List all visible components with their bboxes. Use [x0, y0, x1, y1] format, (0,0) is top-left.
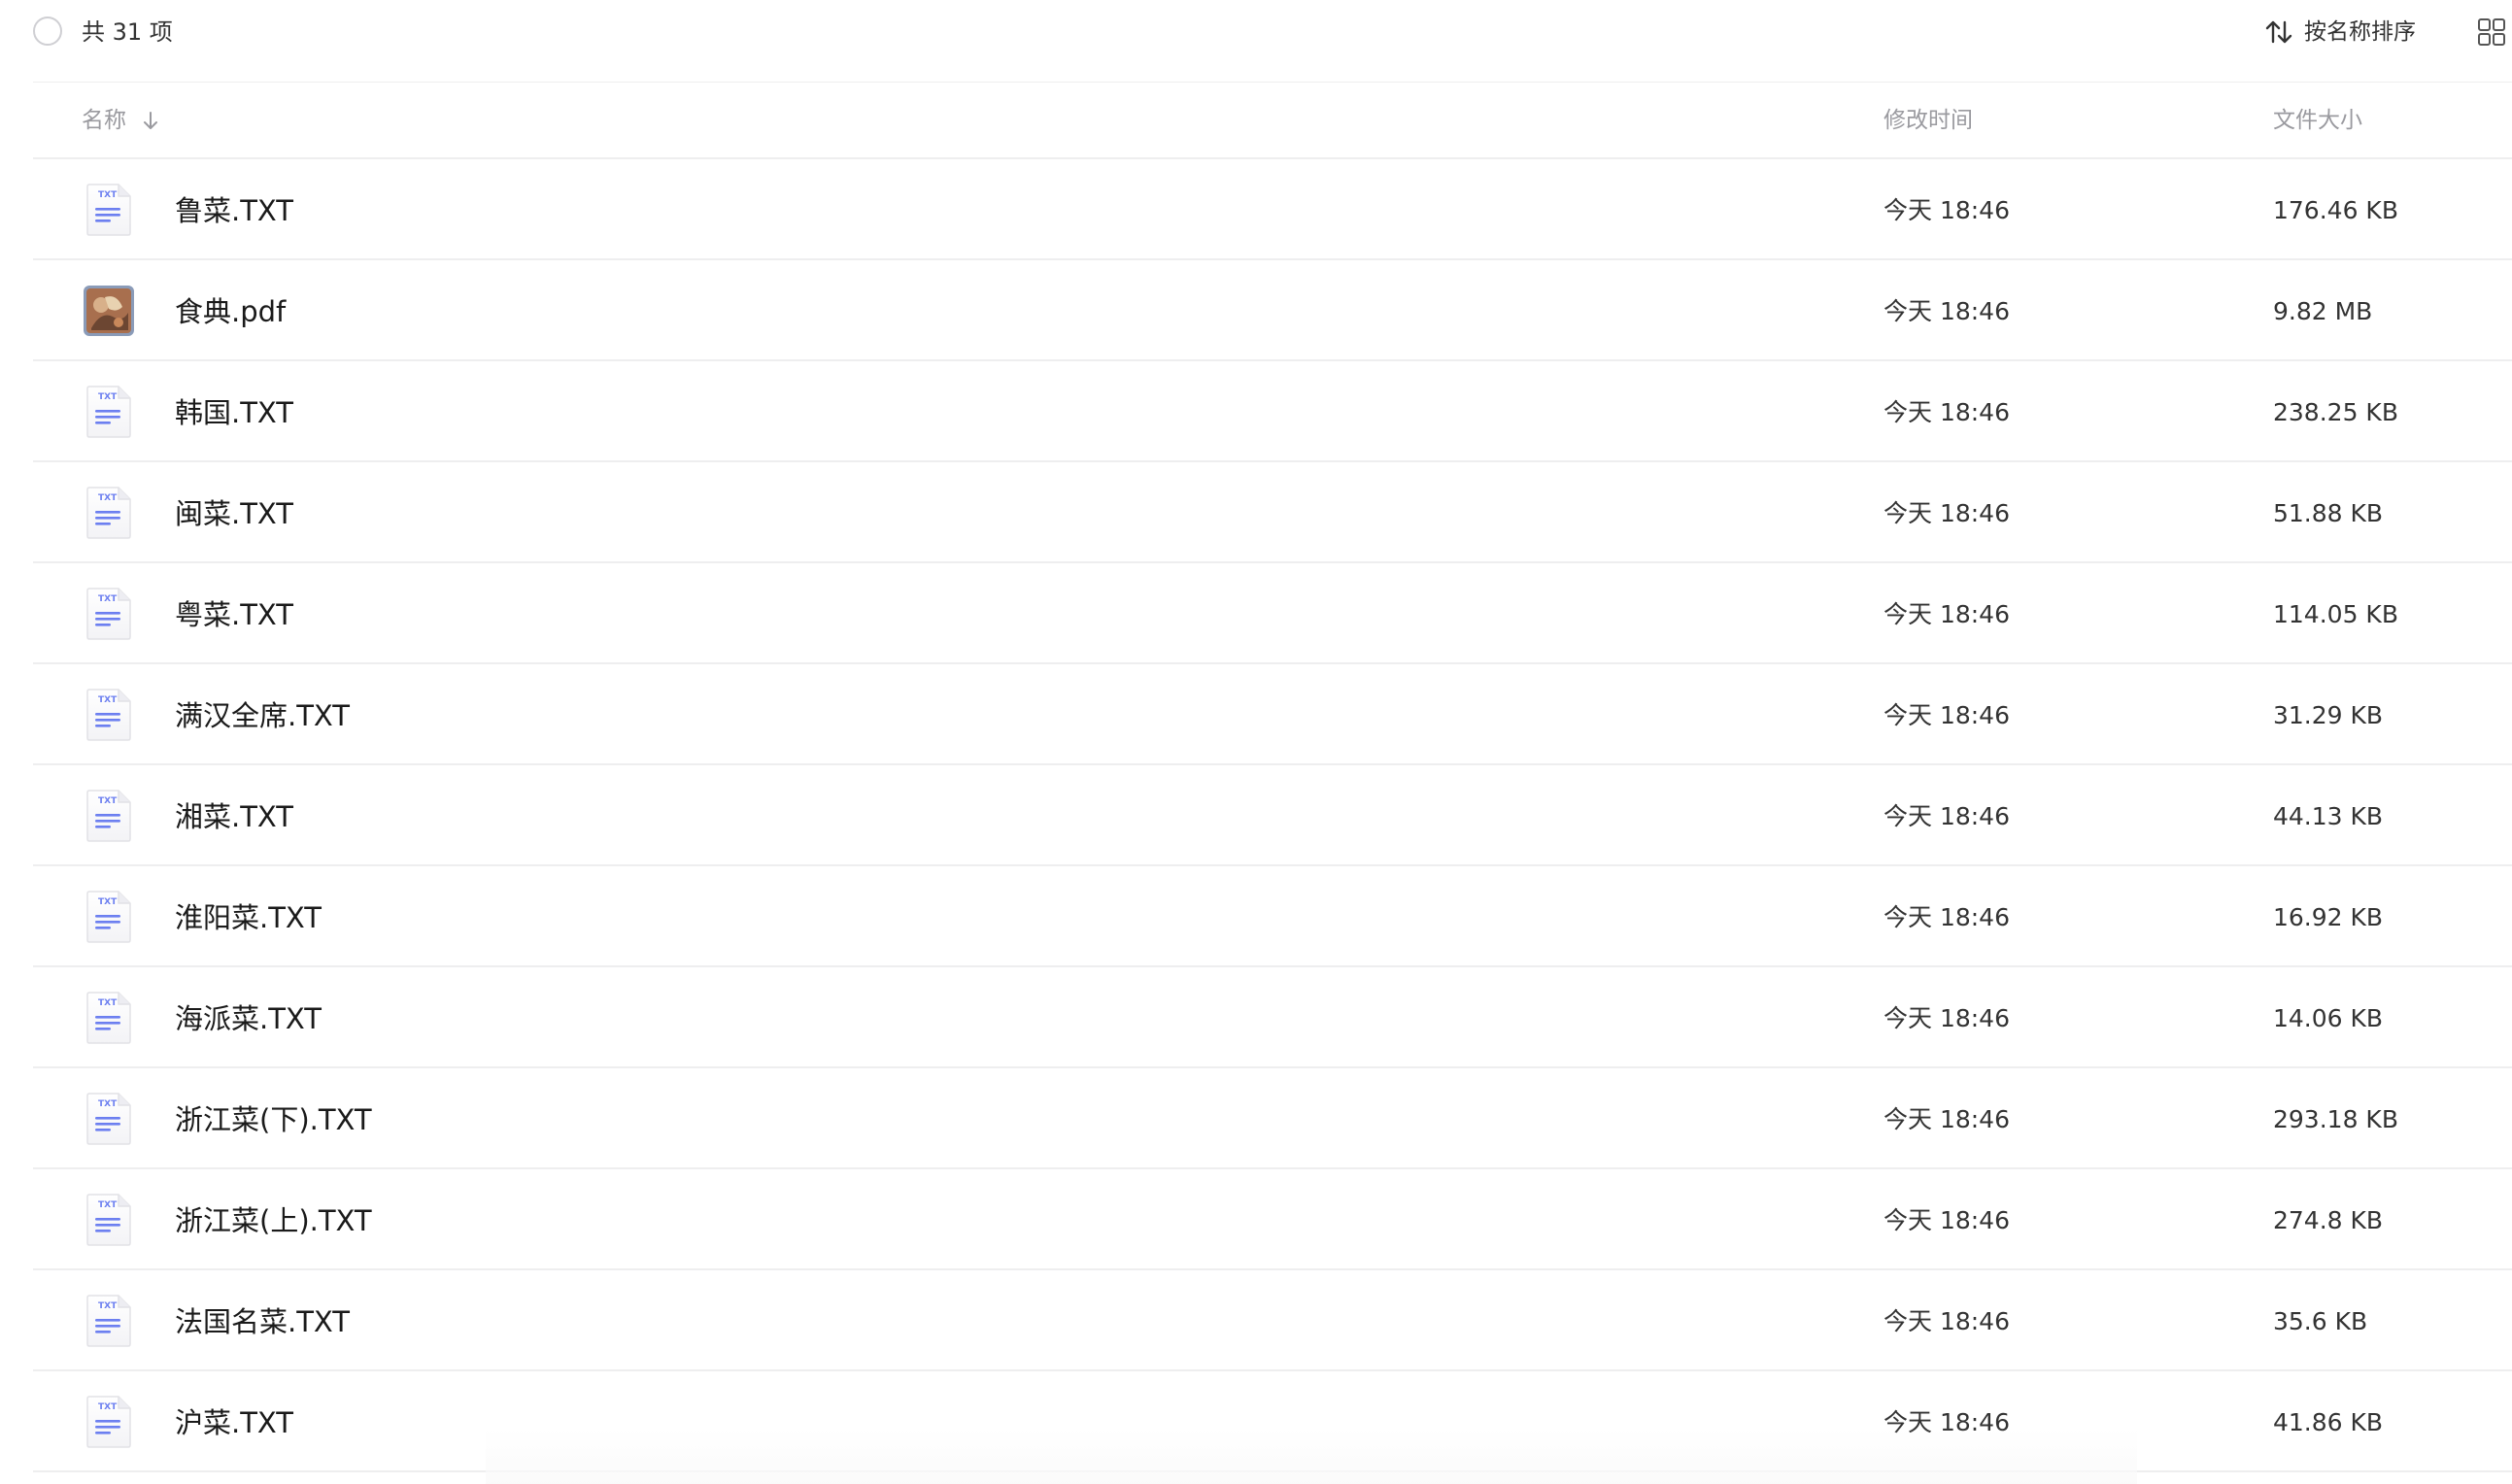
file-size: 14.06 KB — [2273, 1004, 2384, 1032]
file-modified-time: 今天 18:46 — [1884, 1307, 2010, 1335]
svg-text:TXT: TXT — [98, 493, 118, 503]
txt-file-icon: TXT — [84, 385, 134, 439]
file-modified-time: 今天 18:46 — [1884, 1004, 2010, 1032]
file-list: TXT 鲁菜.TXT 今天 18:46 176.46 KB 食典.pdf 今天 18:… — [33, 159, 2512, 1472]
file-name[interactable]: 沪菜.TXT — [175, 1404, 293, 1441]
sort-down-arrow-icon — [144, 112, 157, 129]
sort-arrows-icon — [2265, 20, 2292, 44]
txt-file-icon: TXT — [84, 486, 134, 540]
file-size: 9.82 MB — [2273, 297, 2373, 325]
svg-text:TXT: TXT — [98, 392, 118, 402]
txt-file-icon: TXT — [84, 587, 134, 641]
file-row[interactable]: TXT 韩国.TXT 今天 18:46 238.25 KB — [33, 361, 2512, 462]
svg-text:TXT: TXT — [98, 1099, 118, 1109]
column-header-size[interactable]: 文件大小 — [2273, 105, 2362, 136]
file-size: 16.92 KB — [2273, 903, 2384, 931]
item-count: 共 31 项 — [82, 18, 173, 46]
txt-file-icon: TXT — [84, 890, 134, 944]
file-row[interactable]: TXT 浙江菜(上).TXT 今天 18:46 274.8 KB — [33, 1169, 2512, 1270]
column-header-name[interactable]: 名称 — [82, 105, 161, 136]
txt-file-icon: TXT — [84, 1092, 134, 1146]
svg-text:TXT: TXT — [98, 897, 118, 907]
file-name[interactable]: 淮阳菜.TXT — [175, 899, 322, 936]
svg-text:TXT: TXT — [98, 1402, 118, 1412]
svg-text:TXT: TXT — [98, 594, 118, 604]
file-size: 51.88 KB — [2273, 499, 2384, 527]
file-modified-time: 今天 18:46 — [1884, 1408, 2010, 1436]
file-name[interactable]: 法国名菜.TXT — [175, 1303, 350, 1340]
file-modified-time: 今天 18:46 — [1884, 297, 2010, 325]
svg-text:TXT: TXT — [98, 695, 118, 705]
sort-label: 按名称排序 — [2304, 19, 2416, 45]
svg-text:TXT: TXT — [98, 796, 118, 806]
svg-text:TXT: TXT — [98, 190, 118, 200]
txt-file-icon: TXT — [84, 789, 134, 843]
file-row[interactable]: TXT 粤菜.TXT 今天 18:46 114.05 KB — [33, 563, 2512, 664]
file-name[interactable]: 粤菜.TXT — [175, 596, 293, 633]
file-size: 31.29 KB — [2273, 701, 2384, 729]
file-row[interactable]: TXT 沪菜.TXT 今天 18:46 41.86 KB — [33, 1371, 2512, 1472]
file-size: 274.8 KB — [2273, 1206, 2384, 1234]
file-size: 114.05 KB — [2273, 600, 2398, 628]
txt-file-icon: TXT — [84, 1395, 134, 1449]
file-name[interactable]: 海派菜.TXT — [175, 1000, 322, 1037]
file-row[interactable]: TXT 海派菜.TXT 今天 18:46 14.06 KB — [33, 967, 2512, 1068]
file-modified-time: 今天 18:46 — [1884, 903, 2010, 931]
file-name[interactable]: 韩国.TXT — [175, 394, 293, 431]
file-size: 238.25 KB — [2273, 398, 2398, 426]
file-modified-time: 今天 18:46 — [1884, 600, 2010, 628]
pdf-thumbnail-icon — [84, 284, 134, 338]
file-row[interactable]: TXT 闽菜.TXT 今天 18:46 51.88 KB — [33, 462, 2512, 563]
toolbar-divider — [33, 82, 2512, 83]
file-size: 35.6 KB — [2273, 1307, 2368, 1335]
svg-text:TXT: TXT — [98, 1200, 118, 1210]
file-name[interactable]: 浙江菜(上).TXT — [175, 1202, 372, 1239]
svg-text:TXT: TXT — [98, 998, 118, 1008]
file-row[interactable]: 食典.pdf 今天 18:46 9.82 MB — [33, 260, 2512, 361]
file-name[interactable]: 食典.pdf — [175, 293, 286, 330]
column-header-row: 名称 修改时间 文件大小 — [33, 84, 2512, 159]
file-modified-time: 今天 18:46 — [1884, 196, 2010, 224]
toolbar: 共 31 项 按名称排序 — [0, 0, 2512, 64]
grid-view-icon[interactable] — [2477, 17, 2506, 47]
txt-file-icon: TXT — [84, 688, 134, 742]
file-row[interactable]: TXT 浙江菜(下).TXT 今天 18:46 293.18 KB — [33, 1068, 2512, 1169]
file-row[interactable]: TXT 淮阳菜.TXT 今天 18:46 16.92 KB — [33, 866, 2512, 967]
file-modified-time: 今天 18:46 — [1884, 802, 2010, 830]
txt-file-icon: TXT — [84, 183, 134, 237]
select-all-checkbox[interactable] — [33, 17, 62, 46]
file-row[interactable]: TXT 湘菜.TXT 今天 18:46 44.13 KB — [33, 765, 2512, 866]
file-modified-time: 今天 18:46 — [1884, 701, 2010, 729]
txt-file-icon: TXT — [84, 1193, 134, 1247]
txt-file-icon: TXT — [84, 991, 134, 1045]
svg-text:TXT: TXT — [98, 1301, 118, 1311]
txt-file-icon: TXT — [84, 1294, 134, 1348]
sort-button[interactable]: 按名称排序 — [2263, 15, 2416, 50]
column-header-name-label: 名称 — [82, 108, 126, 133]
file-name[interactable]: 满汉全席.TXT — [175, 697, 350, 734]
file-row[interactable]: TXT 满汉全席.TXT 今天 18:46 31.29 KB — [33, 664, 2512, 765]
file-row[interactable]: TXT 法国名菜.TXT 今天 18:46 35.6 KB — [33, 1270, 2512, 1371]
file-size: 44.13 KB — [2273, 802, 2384, 830]
file-size: 41.86 KB — [2273, 1408, 2384, 1436]
column-header-modified[interactable]: 修改时间 — [1884, 105, 1973, 136]
file-modified-time: 今天 18:46 — [1884, 398, 2010, 426]
file-name[interactable]: 鲁菜.TXT — [175, 192, 293, 229]
file-size: 293.18 KB — [2273, 1105, 2398, 1133]
file-name[interactable]: 浙江菜(下).TXT — [175, 1101, 372, 1138]
file-name[interactable]: 湘菜.TXT — [175, 798, 293, 835]
file-modified-time: 今天 18:46 — [1884, 499, 2010, 527]
file-size: 176.46 KB — [2273, 196, 2398, 224]
file-row[interactable]: TXT 鲁菜.TXT 今天 18:46 176.46 KB — [33, 159, 2512, 260]
file-modified-time: 今天 18:46 — [1884, 1105, 2010, 1133]
file-modified-time: 今天 18:46 — [1884, 1206, 2010, 1234]
file-name[interactable]: 闽菜.TXT — [175, 495, 293, 532]
